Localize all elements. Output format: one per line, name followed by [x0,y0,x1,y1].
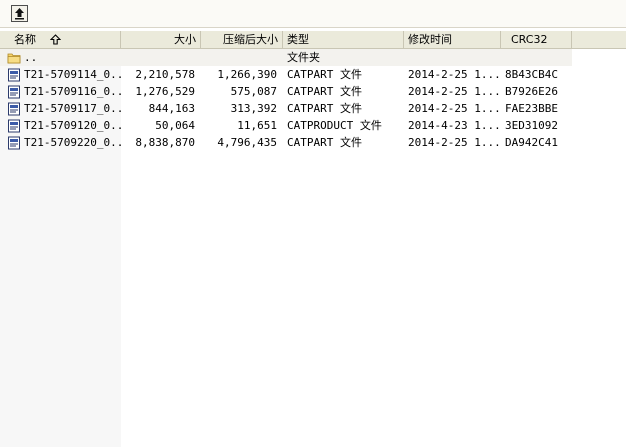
file-crc: DA942C41 [505,136,558,149]
column-header-type[interactable]: 类型 [283,31,404,48]
file-compressed-size: 4,796,435 [217,136,277,149]
column-header-compressed-label: 压缩后大小 [223,33,278,46]
file-name-cell: T21-5709120_0... [0,117,121,134]
file-compressed-size: 575,087 [230,85,277,98]
file-modified: 2014-2-25 1... [408,68,501,81]
file-crc: B7926E26 [505,85,558,98]
list-item[interactable]: T21-5709116_0... 1,276,529 575,087 CATPA… [0,83,626,100]
catia-file-icon [8,68,20,81]
file-crc: 3ED31092 [505,119,558,132]
file-name-cell: T21-5709114_0... [0,66,121,83]
column-header-type-label: 类型 [287,33,309,46]
file-compressed-size: 1,266,390 [217,68,277,81]
list-item[interactable]: T21-5709120_0... 50,064 11,651 CATPRODUC… [0,117,626,134]
file-modified: 2014-2-25 1... [408,102,501,115]
archive-file-list-window: 名称 大小 压缩后大小 类型 修改时间 CRC32 .. 文件夹 T21-570… [0,0,626,447]
column-header-modified[interactable]: 修改时间 [404,31,501,48]
column-header-crc-label: CRC32 [511,33,548,46]
file-name-cell: T21-5709117_0... [0,100,121,117]
file-type: CATPART 文件 [287,102,362,115]
catia-file-icon [8,136,20,149]
file-name: T21-5709120_0... [24,119,121,132]
file-modified: 2014-2-25 1... [408,136,501,149]
file-name-cell: T21-5709220_0... [0,134,121,151]
column-header-crc[interactable]: CRC32 [501,31,572,48]
file-name: T21-5709114_0... [24,68,121,81]
file-compressed-size: 313,392 [230,102,277,115]
file-name: T21-5709220_0... [24,136,121,149]
file-size: 50,064 [155,119,195,132]
parent-folder-type: 文件夹 [287,51,320,64]
column-header-size-label: 大小 [174,33,196,46]
parent-folder-compressed-cell [201,49,283,66]
column-header-name[interactable]: 名称 [0,31,121,48]
file-size: 2,210,578 [135,68,195,81]
file-type: CATPART 文件 [287,68,362,81]
catia-file-icon [8,119,20,132]
file-type: CATPART 文件 [287,85,362,98]
toolbar [0,0,626,28]
file-name: T21-5709116_0... [24,85,121,98]
column-header-filler [572,31,626,48]
parent-folder-name-cell: .. [0,49,121,66]
file-name: T21-5709117_0... [24,102,121,115]
file-type: CATPART 文件 [287,136,362,149]
sort-up-arrow-icon [50,34,61,45]
column-header-size[interactable]: 大小 [121,31,201,48]
list-item[interactable]: T21-5709220_0... 8,838,870 4,796,435 CAT… [0,134,626,151]
parent-folder-name: .. [24,51,38,64]
column-header-name-label: 名称 [14,33,36,46]
column-header-compressed[interactable]: 压缩后大小 [201,31,283,48]
file-size: 1,276,529 [135,85,195,98]
up-folder-icon [15,8,24,20]
file-size: 844,163 [148,102,195,115]
file-modified: 2014-4-23 1... [408,119,501,132]
list-item[interactable]: T21-5709117_0... 844,163 313,392 CATPART… [0,100,626,117]
parent-folder-size-cell [121,49,201,66]
up-folder-button[interactable] [11,5,28,22]
file-type: CATPRODUCT 文件 [287,119,382,132]
column-header-modified-label: 修改时间 [408,33,452,46]
file-list: .. 文件夹 T21-5709114_0... 2,210,578 1,266,… [0,49,626,151]
catia-file-icon [8,102,20,115]
catia-file-icon [8,85,20,98]
file-modified: 2014-2-25 1... [408,85,501,98]
list-item-parent-folder[interactable]: .. 文件夹 [0,49,572,66]
file-crc: 8B43CB4C [505,68,558,81]
file-size: 8,838,870 [135,136,195,149]
list-item[interactable]: T21-5709114_0... 2,210,578 1,266,390 CAT… [0,66,626,83]
folder-icon [7,53,21,63]
file-name-cell: T21-5709116_0... [0,83,121,100]
column-header: 名称 大小 压缩后大小 类型 修改时间 CRC32 [0,31,626,49]
file-crc: FAE23BBE [505,102,558,115]
file-compressed-size: 11,651 [237,119,277,132]
